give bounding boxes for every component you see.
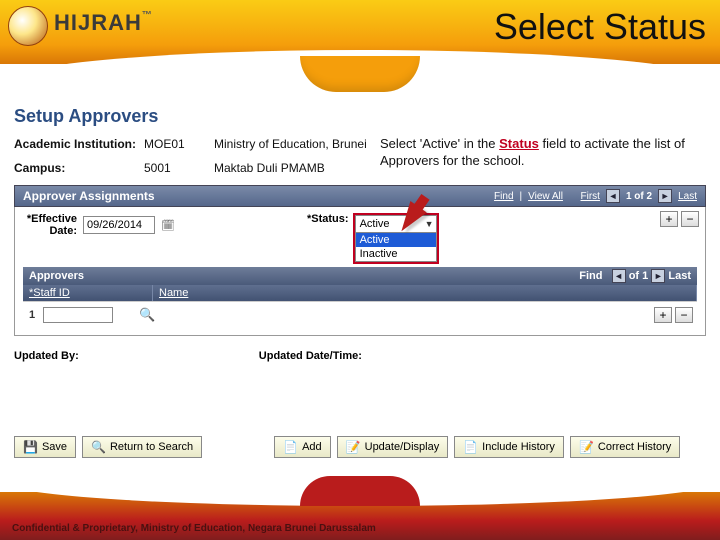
approvers-find-link[interactable]: Find bbox=[579, 270, 602, 282]
page-title: Setup Approvers bbox=[14, 106, 706, 127]
academic-code: MOE01 bbox=[144, 137, 214, 151]
assignments-body: + − *Effective Date: 🗓 *Status: Active ▼… bbox=[14, 207, 706, 336]
approvers-page-text: of 1 bbox=[629, 270, 649, 282]
row-index: 1 bbox=[23, 309, 41, 321]
campus-label: Campus: bbox=[14, 161, 144, 175]
save-button[interactable]: 💾Save bbox=[14, 436, 76, 458]
row-remove-button[interactable]: − bbox=[675, 307, 693, 323]
brand-text: HIJRAH™ bbox=[54, 10, 153, 36]
footer-dip bbox=[300, 476, 420, 506]
academic-label: Academic Institution: bbox=[14, 137, 144, 151]
col-name[interactable]: Name bbox=[153, 285, 697, 301]
edit-icon: 📝 bbox=[579, 440, 594, 454]
effective-date-input[interactable] bbox=[83, 216, 155, 234]
updated-by-label: Updated By: bbox=[14, 350, 79, 362]
add-button[interactable]: 📄Add bbox=[274, 436, 331, 458]
approvers-bar: Approvers Find ◄ of 1 ► Last bbox=[23, 267, 697, 285]
approvers-prev-icon[interactable]: ◄ bbox=[612, 269, 626, 283]
update-display-button[interactable]: 📝Update/Display bbox=[337, 436, 449, 458]
nav-page-text: 1 of 2 bbox=[626, 191, 652, 202]
nav-next-icon[interactable]: ► bbox=[658, 189, 672, 203]
instruction-callout: Select 'Active' in the Status field to a… bbox=[380, 136, 690, 170]
return-to-search-button[interactable]: 🔍Return to Search bbox=[82, 436, 202, 458]
approvers-last-link[interactable]: Last bbox=[668, 270, 691, 282]
approvers-nav: Find ◄ of 1 ► Last bbox=[579, 269, 691, 283]
nav-prev-icon[interactable]: ◄ bbox=[606, 189, 620, 203]
approver-assignments-bar: Approver Assignments Find | View All Fir… bbox=[14, 185, 706, 207]
remove-row-button[interactable]: − bbox=[681, 211, 699, 227]
history-icon: 📄 bbox=[463, 440, 478, 454]
add-row-button[interactable]: + bbox=[660, 211, 678, 227]
nav-last-link[interactable]: Last bbox=[678, 191, 697, 202]
search-icon: 🔍 bbox=[91, 440, 106, 454]
staff-id-input[interactable] bbox=[43, 307, 113, 323]
correct-history-button[interactable]: 📝Correct History bbox=[570, 436, 680, 458]
header-dip bbox=[300, 56, 420, 92]
assignments-nav: Find | View All First ◄ 1 of 2 ► Last bbox=[494, 189, 697, 203]
status-label: *Status: bbox=[307, 213, 349, 225]
nav-first-link[interactable]: First bbox=[581, 191, 600, 202]
doc-icon: 📝 bbox=[346, 440, 361, 454]
approvers-table-head: *Staff ID Name bbox=[23, 285, 697, 301]
updated-row: Updated By: Updated Date/Time: bbox=[14, 350, 706, 362]
campus-code: 5001 bbox=[144, 161, 214, 175]
academic-name: Ministry of Education, Brunei bbox=[214, 137, 367, 151]
slide-title: Select Status bbox=[494, 6, 706, 48]
updated-datetime-label: Updated Date/Time: bbox=[259, 350, 362, 362]
calendar-icon[interactable]: 🗓 bbox=[161, 218, 175, 232]
nav-find-link[interactable]: Find bbox=[494, 191, 513, 202]
status-dropdown: Active Inactive bbox=[355, 233, 437, 262]
include-history-button[interactable]: 📄Include History bbox=[454, 436, 564, 458]
save-icon: 💾 bbox=[23, 440, 38, 454]
callout-text-pre: Select 'Active' in the bbox=[380, 136, 499, 151]
brand-logo bbox=[8, 6, 48, 46]
status-selected-value: Active bbox=[360, 218, 390, 230]
effective-label-top: *Effective bbox=[23, 213, 77, 225]
plus-icon: 📄 bbox=[283, 440, 298, 454]
spacer bbox=[208, 436, 268, 458]
nav-viewall-link[interactable]: View All bbox=[528, 191, 563, 202]
assignments-plus-minus: + − bbox=[660, 211, 699, 227]
col-staff-id[interactable]: *Staff ID bbox=[23, 285, 153, 301]
approvers-table-row: 1 🔍 + − bbox=[23, 301, 697, 327]
row-add-button[interactable]: + bbox=[654, 307, 672, 323]
lookup-icon[interactable]: 🔍 bbox=[139, 307, 155, 323]
campus-name: Maktab Duli PMAMB bbox=[214, 161, 325, 175]
approver-assignments-title: Approver Assignments bbox=[23, 189, 155, 203]
callout-status-word: Status bbox=[499, 136, 539, 151]
status-option-inactive[interactable]: Inactive bbox=[356, 247, 436, 261]
bottom-button-bar: 💾Save 🔍Return to Search 📄Add 📝Update/Dis… bbox=[14, 436, 706, 458]
approvers-next-icon[interactable]: ► bbox=[651, 269, 665, 283]
approvers-title: Approvers bbox=[29, 270, 84, 282]
footer-text: Confidential & Proprietary, Ministry of … bbox=[12, 523, 376, 534]
status-option-active[interactable]: Active bbox=[356, 233, 436, 247]
effective-label-bottom: Date: bbox=[23, 225, 77, 237]
